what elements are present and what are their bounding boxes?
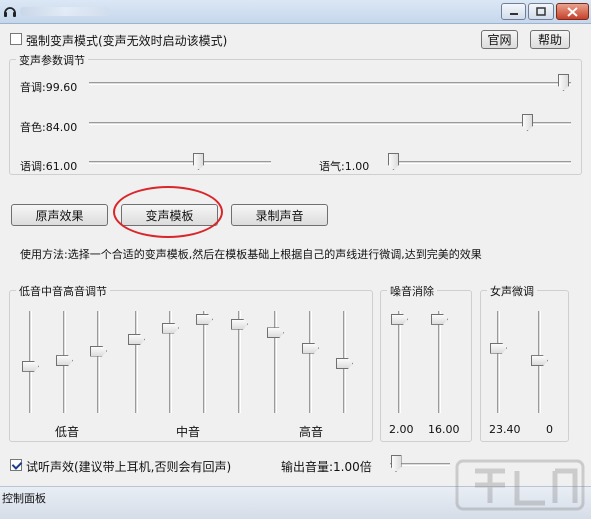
- female-title: 女声微调: [487, 283, 537, 299]
- eq-mid-label: 中音: [176, 425, 201, 439]
- timbre-label: 音色:84.00: [20, 121, 78, 134]
- params-title: 变声参数调节: [16, 52, 88, 68]
- noise-track-1: [398, 311, 401, 413]
- tone-label: 语气:1.00: [319, 160, 370, 173]
- output-volume-thumb[interactable]: [390, 455, 402, 472]
- headphones-icon: [4, 7, 16, 17]
- minimize-icon: [509, 12, 518, 15]
- title-bar: [0, 0, 591, 24]
- eq-track-9: [309, 311, 312, 413]
- eq-track-3: [97, 311, 100, 413]
- watermark-logo: [455, 459, 585, 511]
- noise-value-2: 16.00: [428, 423, 460, 436]
- speed-track: [89, 161, 271, 164]
- force-mode-checkbox[interactable]: [10, 33, 22, 45]
- window-title: [20, 7, 110, 16]
- minimize-button[interactable]: [501, 3, 526, 20]
- highlight-circle: [113, 186, 223, 238]
- preview-checkbox[interactable]: [10, 459, 22, 471]
- female-track-1: [497, 311, 500, 413]
- noise-group: 噪音消除: [380, 283, 472, 442]
- female-group: 女声微调: [480, 283, 569, 442]
- tone-track: [389, 161, 571, 164]
- eq-track-4: [135, 311, 138, 413]
- pitch-label: 音调:99.60: [20, 81, 78, 94]
- website-button[interactable]: 官网: [481, 30, 518, 49]
- preview-label: 试听声效(建议带上耳机,否则会有回声): [26, 460, 232, 474]
- close-icon: [567, 6, 578, 17]
- close-button[interactable]: [556, 3, 589, 20]
- female-value-1: 23.40: [489, 423, 521, 436]
- maximize-button[interactable]: [528, 3, 554, 20]
- noise-track-2: [438, 311, 441, 413]
- output-volume-label: 输出音量:1.00倍: [281, 460, 372, 474]
- timbre-track: [89, 122, 571, 125]
- force-mode-label: 强制变声模式(变声无效时启动该模式): [26, 34, 228, 48]
- pitch-track: [89, 82, 571, 85]
- speed-label: 语调:61.00: [20, 160, 78, 173]
- usage-text: 使用方法:选择一个合适的变声模板,然后在模板基础上根据自己的声线进行微调,达到完…: [20, 248, 482, 261]
- params-group: 变声参数调节: [9, 52, 582, 175]
- eq-high-label: 高音: [299, 425, 324, 439]
- noise-value-1: 2.00: [389, 423, 414, 436]
- control-panel-label: 控制面板: [2, 492, 46, 505]
- record-sound-button[interactable]: 录制声音: [231, 204, 328, 226]
- eq-low-label: 低音: [55, 425, 80, 439]
- noise-title: 噪音消除: [387, 283, 437, 299]
- original-sound-button[interactable]: 原声效果: [11, 204, 108, 226]
- help-button[interactable]: 帮助: [530, 30, 570, 49]
- eq-track-8: [274, 311, 277, 413]
- eq-title: 低音中音高音调节: [16, 283, 110, 299]
- female-value-2: 0: [546, 423, 553, 436]
- maximize-icon: [536, 7, 546, 16]
- eq-track-6: [203, 311, 206, 413]
